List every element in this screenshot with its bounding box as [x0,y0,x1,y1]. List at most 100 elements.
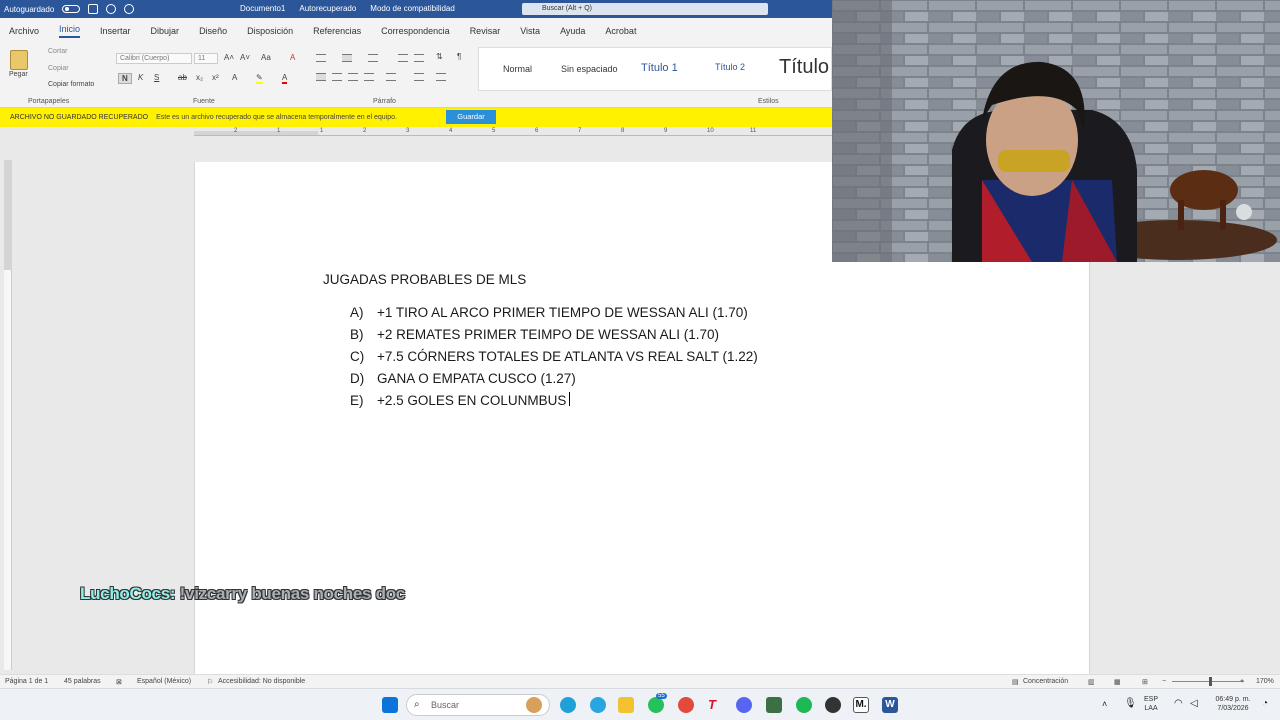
change-case-icon[interactable]: Aa [261,53,271,62]
clear-format-icon[interactable]: A [290,53,295,62]
style-title[interactable]: Título [779,56,829,79]
chrome-icon[interactable] [678,697,694,713]
decrease-indent-icon[interactable] [398,54,408,62]
style-heading2[interactable]: Título 2 [715,62,745,72]
grow-font-icon[interactable]: A˄ [224,53,234,62]
tab-0[interactable]: Archivo [9,26,39,36]
undo-icon[interactable] [106,4,117,14]
bold-button[interactable]: N [118,73,132,84]
line-spacing-icon[interactable] [386,73,396,81]
font-name-select[interactable]: Calibri (Cuerpo) [116,53,192,64]
align-right-icon[interactable] [348,73,358,81]
superscript-button[interactable]: x² [212,73,219,82]
horizontal-ruler[interactable]: 2 1 1 2 3 4 5 6 7 8 9 10 11 [194,128,832,138]
microphone-icon[interactable]: 🎙 [1124,698,1137,709]
paste-button[interactable]: Pegar [9,71,28,78]
tab-1[interactable]: Inicio [59,24,81,38]
show-marks-icon[interactable]: ¶ [457,52,461,61]
italic-button[interactable]: K [138,73,143,82]
copy-button[interactable]: Copiar [48,65,69,72]
telegram-icon[interactable] [590,697,606,713]
volume-icon[interactable]: ◁ [1190,698,1198,709]
clock[interactable]: 06:49 p. m. 7/03/2026 [1210,695,1256,713]
accessibility-status[interactable]: Accesibilidad: No disponible [218,678,305,685]
zoom-level[interactable]: 170% [1256,678,1274,685]
justify-icon[interactable] [364,73,374,81]
underline-button[interactable]: S [154,73,159,82]
highlight-color-icon[interactable]: ✎ [256,73,263,84]
tab-3[interactable]: Dibujar [151,26,180,36]
align-center-icon[interactable] [332,73,342,81]
file-explorer-icon[interactable] [618,697,634,713]
paste-icon[interactable] [10,50,28,70]
style-no-spacing[interactable]: Sin espaciado [561,64,618,74]
tab-9[interactable]: Vista [520,26,540,36]
whatsapp-icon[interactable] [648,697,664,713]
obs-icon[interactable] [825,697,841,713]
word-count[interactable]: 45 palabras [64,678,101,685]
vertical-ruler[interactable] [4,160,12,670]
ribbon: Pegar Cortar Copiar Copiar formato Porta… [0,44,832,108]
zoom-out-icon[interactable]: − [1162,678,1166,685]
tab-7[interactable]: Correspondencia [381,26,450,36]
autosave-toggle[interactable] [62,5,81,13]
language-indicator[interactable]: ESP LAA [1144,695,1158,713]
borders-icon[interactable] [436,73,446,81]
sort-icon[interactable]: ⇅ [436,52,443,61]
page-count[interactable]: Página 1 de 1 [5,678,48,685]
recovered-tag: Autorecuperado [299,4,357,13]
recovered-message: Este es un archivo recuperado que se alm… [156,114,397,121]
tab-10[interactable]: Ayuda [560,26,585,36]
status-bar: Página 1 de 1 45 palabras ⊠ Español (Méx… [0,674,1280,688]
text-effects-icon[interactable]: A [232,73,237,82]
cut-button[interactable]: Cortar [48,48,67,55]
t-app-icon[interactable]: T [704,697,720,713]
accessibility-icon[interactable]: ⚐ [207,678,213,686]
align-left-icon[interactable] [316,73,326,81]
word-icon[interactable]: W [882,697,898,713]
numbering-icon[interactable] [342,54,352,62]
zoom-slider[interactable] [1172,681,1244,682]
style-normal[interactable]: Normal [503,64,532,74]
increase-indent-icon[interactable] [414,54,424,62]
tray-chevron-icon[interactable]: ˄ [1102,699,1107,709]
discord-icon[interactable] [736,697,752,713]
tab-11[interactable]: Acrobat [605,26,636,36]
style-heading1[interactable]: Título 1 [641,62,678,74]
read-mode-icon[interactable]: ▥ [1088,678,1095,686]
zoom-in-icon[interactable]: + [1240,678,1244,685]
subscript-button[interactable]: x₂ [196,73,203,82]
start-icon[interactable] [382,697,398,713]
format-painter-button[interactable]: Copiar formato [48,81,94,88]
proofing-icon[interactable]: ⊠ [116,678,122,686]
title-search-input[interactable]: Buscar (Alt + Q) [522,3,768,15]
print-layout-icon[interactable]: ▦ [1114,678,1121,686]
notification-bell-icon[interactable]: ◔ [1262,698,1268,709]
tab-4[interactable]: Diseño [199,26,227,36]
save-recovered-button[interactable]: Guardar [446,110,496,124]
zoom-slider-thumb[interactable] [1209,677,1212,686]
shading-icon[interactable] [414,73,424,81]
focus-icon[interactable]: ▤ [1012,678,1019,686]
language-status[interactable]: Español (México) [137,678,191,685]
wifi-icon[interactable]: ◠ [1174,698,1183,709]
web-layout-icon[interactable]: ⊞ [1142,678,1148,686]
calculator-icon[interactable] [766,697,782,713]
font-size-select[interactable]: 11 [194,53,218,64]
tab-8[interactable]: Revisar [470,26,501,36]
multilevel-list-icon[interactable] [368,54,378,62]
strikethrough-button[interactable]: ab [178,73,187,82]
m-app-icon[interactable]: M. [853,697,869,713]
font-color-icon[interactable]: A [282,73,288,84]
tab-2[interactable]: Insertar [100,26,131,36]
tab-5[interactable]: Disposición [247,26,293,36]
edge-icon[interactable] [560,697,576,713]
focus-mode[interactable]: Concentración [1023,678,1068,685]
spotify-icon[interactable] [796,697,812,713]
widget-icon[interactable] [526,697,542,713]
tab-6[interactable]: Referencias [313,26,361,36]
bullets-icon[interactable] [316,54,326,62]
shrink-font-icon[interactable]: A˅ [240,53,250,62]
redo-icon[interactable] [124,4,135,14]
save-icon[interactable] [88,4,99,14]
